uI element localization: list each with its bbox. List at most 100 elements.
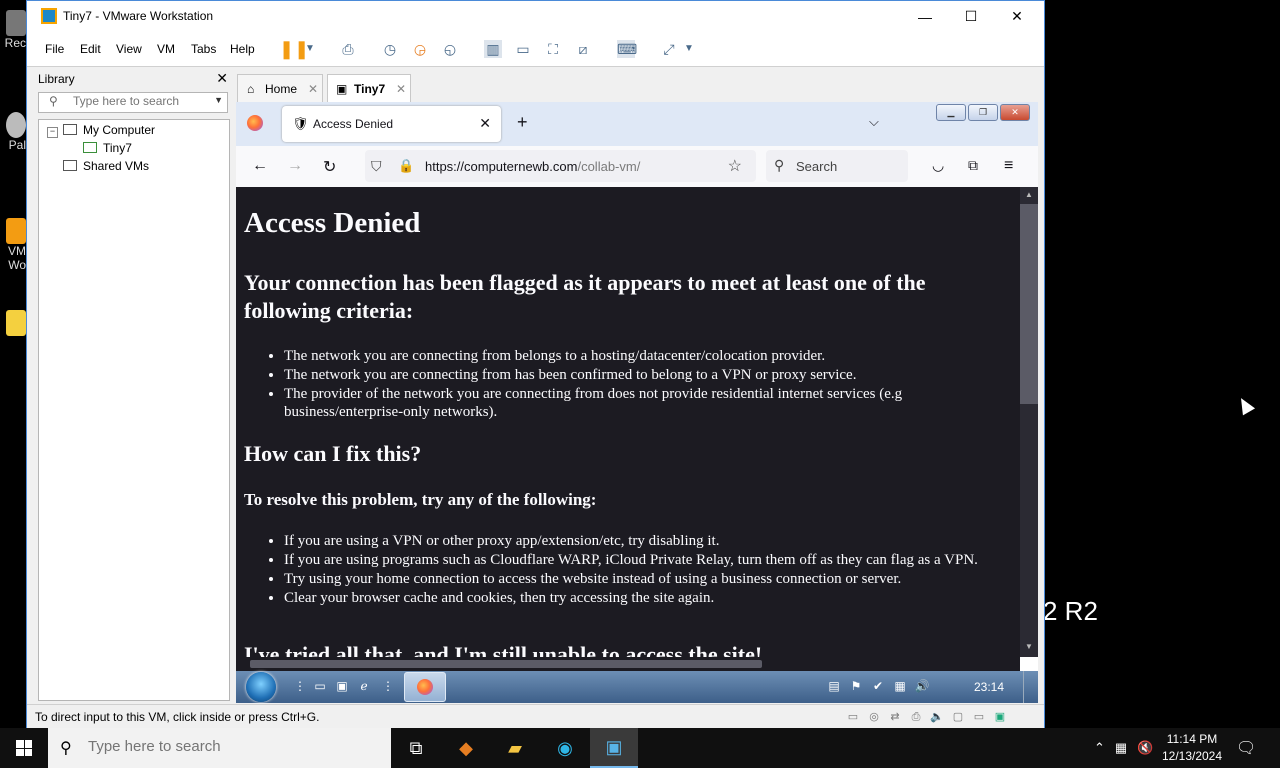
switch-windows-icon[interactable]: ▣ bbox=[334, 679, 350, 695]
printer-icon[interactable]: ⎙ bbox=[908, 711, 924, 725]
search-placeholder: Search bbox=[796, 159, 838, 174]
snapshot-icon[interactable]: ◷ bbox=[381, 40, 399, 58]
close-icon[interactable]: ✕ bbox=[216, 70, 228, 87]
tab-tiny7[interactable]: ▣ Tiny7 ✕ bbox=[327, 74, 411, 102]
forward-arrow-icon[interactable]: → bbox=[287, 157, 303, 175]
vmware-taskbar-icon[interactable]: ▣ bbox=[590, 728, 638, 768]
volume-muted-icon[interactable]: 🔇 bbox=[1137, 740, 1153, 755]
close-icon[interactable]: ✕ bbox=[479, 115, 491, 132]
tree-collapse-icon[interactable]: − bbox=[47, 127, 58, 138]
taskbar-search-input[interactable] bbox=[88, 738, 368, 755]
url-text[interactable]: https://computernewb.com/collab-vm/ bbox=[425, 159, 640, 174]
show-desktop-icon[interactable]: ▭ bbox=[312, 679, 328, 695]
new-tab-icon[interactable]: + bbox=[517, 112, 528, 133]
menu-edit[interactable]: Edit bbox=[80, 42, 101, 56]
extensions-icon[interactable]: ⧉ bbox=[968, 157, 978, 174]
url-bar[interactable]: ⛉ 🔒 https://computernewb.com/collab-vm/ … bbox=[365, 150, 756, 182]
close-button[interactable]: ✕ bbox=[1000, 104, 1030, 121]
revert-snapshot-icon[interactable]: ◶ bbox=[411, 40, 429, 58]
chevron-down-icon[interactable]: ▼ bbox=[214, 95, 223, 105]
message-log-icon[interactable]: ▣ bbox=[992, 710, 1008, 724]
action-center-flag-icon[interactable]: ⚑ bbox=[848, 679, 864, 693]
chevron-up-icon[interactable]: ⌃ bbox=[1094, 740, 1105, 755]
title-bar[interactable]: Tiny7 - VMware Workstation — ☐ ✕ bbox=[27, 1, 1044, 33]
tracking-protection-icon[interactable]: ⛉ bbox=[371, 158, 382, 175]
network-adapter-icon[interactable]: ⇄ bbox=[887, 710, 903, 724]
hard-disk-icon[interactable]: ▭ bbox=[845, 710, 861, 724]
restore-button[interactable]: ❐ bbox=[968, 104, 998, 121]
close-icon[interactable]: ✕ bbox=[396, 82, 406, 96]
minimize-button[interactable]: ▁ bbox=[936, 104, 966, 121]
tree-item-shared-vms[interactable]: Shared VMs bbox=[63, 159, 149, 173]
security-icon[interactable]: ✔ bbox=[870, 679, 886, 693]
close-icon[interactable]: ✕ bbox=[308, 82, 318, 96]
full-screen-icon[interactable]: ⛶ bbox=[544, 40, 562, 58]
network-icon[interactable]: ▦ bbox=[892, 679, 908, 693]
vertical-scrollbar[interactable]: ▲ ▼ bbox=[1020, 187, 1038, 657]
lock-icon[interactable]: 🔒 bbox=[398, 158, 414, 174]
edge-icon[interactable]: ◉ bbox=[541, 728, 589, 768]
reload-icon[interactable]: ↻ bbox=[323, 157, 336, 177]
library-search[interactable]: ⚲ ▼ bbox=[38, 92, 228, 113]
language-icon[interactable]: ▤ bbox=[826, 679, 842, 693]
unity-icon[interactable]: ⧄ bbox=[574, 40, 592, 58]
back-arrow-icon[interactable]: ← bbox=[252, 157, 268, 175]
console-view-icon[interactable]: ⌨ bbox=[617, 40, 637, 58]
start-button[interactable] bbox=[0, 728, 48, 768]
usb-icon[interactable]: ▢ bbox=[950, 710, 966, 724]
bookmark-star-icon[interactable]: ☆ bbox=[728, 156, 742, 176]
tree-item-my-computer[interactable]: My Computer bbox=[63, 123, 155, 137]
windows-start-orb-icon[interactable] bbox=[246, 672, 276, 702]
search-box[interactable]: ⚲ Search bbox=[766, 150, 908, 182]
pause-icon[interactable]: ❚❚ bbox=[279, 40, 309, 58]
scroll-down-icon[interactable]: ▼ bbox=[1025, 642, 1033, 651]
menu-help[interactable]: Help bbox=[230, 42, 255, 56]
taskbar-firefox-button[interactable] bbox=[404, 672, 446, 702]
menu-file[interactable]: File bbox=[45, 42, 64, 56]
show-desktop-button[interactable] bbox=[1023, 671, 1038, 703]
stretch-guest-icon[interactable]: ⤢ bbox=[660, 40, 678, 58]
menu-view[interactable]: View bbox=[116, 42, 142, 56]
cd-drive-icon[interactable]: ◎ bbox=[866, 710, 882, 724]
vm-console[interactable]: 🛡 Access Denied ✕ + ⌵ ▁ ❐ ✕ ← → ↻ ⛉ 🔒 http… bbox=[236, 102, 1038, 703]
menu-tabs[interactable]: Tabs bbox=[191, 42, 216, 56]
notification-icon[interactable]: 🗨 bbox=[1236, 738, 1256, 758]
maximize-button[interactable]: ☐ bbox=[948, 1, 994, 32]
menu-hamburger-icon[interactable]: ≡ bbox=[1004, 157, 1013, 175]
internet-explorer-icon[interactable]: ℯ bbox=[356, 679, 372, 695]
chevron-down-icon[interactable]: ⌵ bbox=[869, 114, 879, 130]
task-view-icon[interactable]: ⧉ bbox=[392, 728, 440, 768]
desktop-icon-recycle-bin[interactable]: Rec bbox=[0, 10, 26, 50]
sound-card-icon[interactable]: 🔈 bbox=[929, 710, 945, 724]
file-explorer-icon[interactable]: ▰ bbox=[491, 728, 539, 768]
scroll-up-icon[interactable]: ▲ bbox=[1025, 190, 1033, 199]
browser-tab[interactable]: 🛡 Access Denied ✕ bbox=[282, 106, 501, 142]
close-button[interactable]: ✕ bbox=[994, 1, 1040, 32]
guest-clock[interactable]: 23:14 bbox=[974, 680, 1004, 694]
library-search-input[interactable] bbox=[73, 94, 208, 108]
tree-item-tiny7[interactable]: Tiny7 bbox=[83, 141, 132, 155]
desktop-icon-folder[interactable] bbox=[0, 310, 26, 336]
minimize-button[interactable]: — bbox=[902, 1, 948, 32]
scrollbar-thumb[interactable] bbox=[250, 660, 762, 668]
tab-home[interactable]: ⌂ Home ✕ bbox=[237, 74, 323, 102]
chevron-down-icon[interactable]: ▼ bbox=[680, 40, 698, 58]
thumbnail-bar-icon[interactable]: ▭ bbox=[514, 40, 532, 58]
send-ctrl-alt-del-icon[interactable]: ⎙ bbox=[339, 40, 357, 58]
network-icon[interactable]: ▦ bbox=[1115, 740, 1127, 755]
chevron-down-icon[interactable]: ▼ bbox=[301, 40, 319, 58]
snapshot-manager-icon[interactable]: ◵ bbox=[441, 40, 459, 58]
scrollbar-thumb[interactable] bbox=[1020, 204, 1038, 404]
volume-icon[interactable]: 🔊 bbox=[914, 679, 930, 693]
menu-vm[interactable]: VM bbox=[157, 42, 175, 56]
pocket-icon[interactable]: ◡ bbox=[932, 157, 944, 174]
desktop-icon-vmware[interactable]: VM Wo bbox=[0, 218, 26, 272]
app-icon[interactable]: ◆ bbox=[442, 728, 490, 768]
desktop-icon-pal[interactable]: Pal bbox=[0, 112, 26, 152]
list-item: Try using your home connection to access… bbox=[284, 570, 996, 588]
show-library-icon[interactable]: ▥ bbox=[484, 40, 502, 58]
horizontal-scrollbar[interactable] bbox=[236, 657, 1020, 671]
taskbar-search[interactable]: ⚲ bbox=[48, 728, 391, 768]
display-icon[interactable]: ▭ bbox=[971, 710, 987, 724]
system-clock[interactable]: 11:14 PM 12/13/2024 bbox=[1160, 731, 1224, 765]
